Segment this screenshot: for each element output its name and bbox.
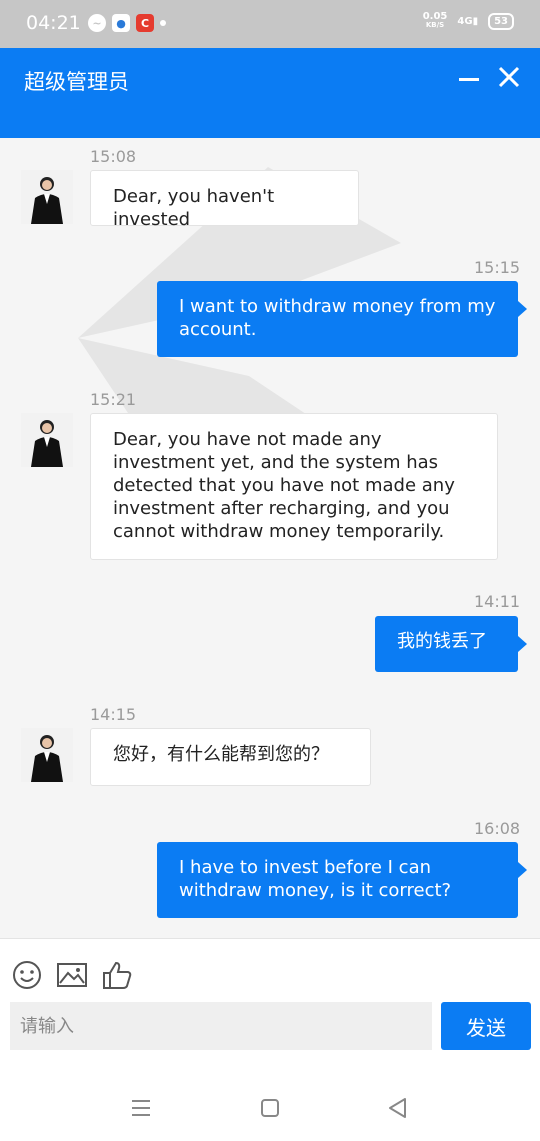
message-time: 14:15 [90, 705, 137, 724]
outgoing-message-bubble[interactable]: I want to withdraw money from my account… [157, 281, 527, 357]
app-notification-icon: ● [112, 14, 130, 32]
close-icon[interactable] [498, 66, 520, 88]
message-input[interactable] [10, 1002, 432, 1050]
message-text: 我的钱丢了 [397, 631, 487, 652]
message-text: Dear, you have not made any investment y… [113, 429, 455, 542]
message-time: 14:11 [474, 592, 521, 611]
image-icon[interactable] [56, 959, 88, 991]
agent-avatar-icon [21, 170, 73, 224]
home-square-icon[interactable] [257, 1095, 283, 1121]
message-time: 15:08 [90, 147, 137, 166]
message-text: I have to invest before I can withdraw m… [179, 857, 452, 901]
c-app-notification-icon: C [136, 14, 154, 32]
avatar[interactable] [21, 728, 73, 782]
message-time: 15:21 [90, 390, 137, 409]
message-text: 您好，有什么能帮到您的？ [113, 744, 329, 765]
network-speed: 0.05 KB/S [423, 12, 448, 30]
agent-avatar-icon [21, 413, 73, 467]
messenger-notification-icon: ~ [88, 14, 106, 32]
outgoing-message-bubble[interactable]: 我的钱丢了 [375, 616, 527, 672]
composer: 发送 [0, 938, 540, 1141]
status-right: 0.05 KB/S 4G▮ 53 [423, 12, 514, 30]
menu-icon[interactable] [128, 1095, 154, 1121]
system-navigation-bar [0, 1089, 540, 1129]
minimize-button[interactable] [459, 78, 479, 81]
message-text: I want to withdraw money from my account… [179, 296, 496, 340]
message-time: 16:08 [474, 819, 521, 838]
network-speed-value: 0.05 [422, 11, 448, 22]
thumbs-up-icon[interactable] [101, 959, 133, 991]
signal-icon: 4G▮ [457, 15, 479, 27]
battery-level: 53 [494, 15, 508, 27]
outgoing-message-bubble[interactable]: I have to invest before I can withdraw m… [157, 842, 527, 918]
avatar[interactable] [21, 413, 73, 467]
network-speed-unit: KB/S [425, 21, 445, 29]
status-time: 04:21 [26, 12, 81, 34]
emoji-icon[interactable] [11, 959, 43, 991]
back-triangle-icon[interactable] [385, 1095, 411, 1121]
send-button[interactable]: 发送 [441, 1002, 531, 1050]
chat-header: 超级管理员 [0, 48, 540, 138]
agent-avatar-icon [21, 728, 73, 782]
message-time: 15:15 [474, 258, 521, 277]
battery-icon: 53 [488, 12, 514, 30]
chat-area[interactable]: 15:08 Dear, you haven't invested 15:15 I… [0, 138, 540, 938]
notification-icons: ~ ● C [88, 14, 166, 32]
more-notifications-dot-icon [160, 20, 166, 26]
signal-type: 4G [457, 15, 473, 27]
incoming-message-bubble[interactable]: 您好，有什么能帮到您的？ [90, 728, 371, 786]
status-bar: 04:21 ~ ● C 0.05 KB/S 4G▮ 53 [0, 0, 540, 48]
message-text: Dear, you haven't invested [113, 186, 275, 230]
incoming-message-bubble[interactable]: Dear, you have not made any investment y… [90, 413, 498, 560]
page-title: 超级管理员 [24, 70, 129, 94]
incoming-message-bubble[interactable]: Dear, you haven't invested [90, 170, 359, 230]
avatar[interactable] [21, 170, 73, 224]
